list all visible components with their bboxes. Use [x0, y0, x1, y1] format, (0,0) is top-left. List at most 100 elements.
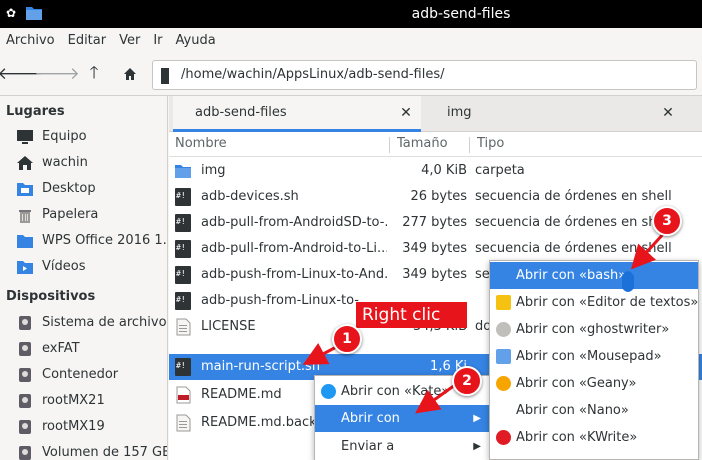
- sidebar-item-desktop[interactable]: Desktop: [0, 176, 167, 202]
- menu-item-label: Abrir con «Geany»: [516, 376, 637, 391]
- menu-item-open-with-nano[interactable]: Abrir con «Nano»: [490, 397, 698, 424]
- file-row-adb-pull-android[interactable]: adb-pull-from-Android-to-Li... 349 bytes…: [169, 236, 702, 262]
- menu-editar[interactable]: Editar: [68, 33, 107, 48]
- drive-icon: [19, 394, 31, 408]
- close-icon[interactable]: ✕: [399, 106, 413, 120]
- file-row-adb-pull-sd[interactable]: adb-pull-from-AndroidSD-to-... 277 bytes…: [169, 210, 702, 236]
- file-type: secuencia de órdenes en shell: [475, 241, 672, 256]
- menu-item-label: Abrir con «Mousepad»: [516, 349, 662, 364]
- sidebar-item-label: rootMX21: [42, 393, 105, 408]
- annotation-badge-2: 2: [452, 366, 482, 396]
- annotation-callout: Right clic: [356, 302, 467, 328]
- text-editor-icon: [496, 295, 511, 310]
- file-size: 349 bytes: [402, 267, 467, 282]
- menu-item-open-with-bash[interactable]: Abrir con «bash»: [490, 262, 698, 289]
- sidebar-item-papelera[interactable]: Papelera: [0, 202, 167, 228]
- file-size: 277 bytes: [402, 215, 467, 230]
- menu-item-open-with[interactable]: Abrir con ▶: [315, 405, 489, 432]
- sidebar-item-exfat[interactable]: exFAT: [0, 336, 167, 362]
- menu-item-label: Abrir con «bash»: [516, 268, 627, 283]
- kwrite-icon: [496, 430, 511, 445]
- forward-icon[interactable]: 🡒: [34, 62, 80, 86]
- menu-item-label: Enviar a: [341, 439, 395, 454]
- file-size: 26 bytes: [410, 189, 468, 204]
- menu-item-label: Abrir con «Editor de textos»: [516, 295, 699, 310]
- toolbar: 🡐 🡒 🡑 /home/wachin/AppsLinux/adb-send-fi…: [0, 52, 702, 96]
- shell-script-icon: [175, 214, 191, 232]
- menu-item-open-with-ghostwriter[interactable]: Abrir con «ghostwriter»: [490, 316, 698, 343]
- file-row-img[interactable]: img 4,0 KiB carpeta: [169, 158, 702, 184]
- menu-item-label: Abrir con: [341, 411, 400, 426]
- sidebar-item-wachin[interactable]: wachin: [0, 150, 167, 176]
- kate-icon: [321, 384, 336, 399]
- markdown-file-icon: [176, 386, 191, 404]
- shell-script-icon: [175, 266, 191, 284]
- sidebar-item-wps-office[interactable]: WPS Office 2016 1...: [0, 228, 167, 254]
- sidebar-item-label: Contenedor: [42, 367, 119, 382]
- menu-item-open-with-kwrite[interactable]: Abrir con «KWrite»: [490, 424, 698, 451]
- file-row-adb-devices[interactable]: adb-devices.sh 26 bytes secuencia de órd…: [169, 184, 702, 210]
- tab-label: img: [447, 105, 472, 120]
- column-size[interactable]: Tamaño: [397, 133, 448, 155]
- file-name: adb-push-from-Linux-to-And...: [201, 267, 387, 282]
- folder-icon: [17, 235, 33, 248]
- sidebar-item-rootmx19[interactable]: rootMX19: [0, 414, 167, 440]
- sidebar-item-label: Desktop: [42, 181, 96, 196]
- tab-adb-send-files[interactable]: adb-send-files ✕: [173, 96, 421, 132]
- monitor-icon: [17, 130, 33, 144]
- sidebar-item-label: Sistema de archivos: [42, 315, 168, 330]
- file-name: img: [201, 163, 226, 178]
- shell-script-icon: [175, 292, 191, 310]
- location-bar[interactable]: /home/wachin/AppsLinux/adb-send-files/: [152, 60, 697, 90]
- shell-script-icon: [175, 358, 191, 376]
- back-icon[interactable]: 🡐: [0, 62, 43, 86]
- trash-icon: [19, 210, 31, 223]
- sidebar-item-label: Volumen de 157 GB: [42, 445, 168, 460]
- sidebar-item-equipo[interactable]: Equipo: [0, 124, 167, 150]
- annotation-badge-1: 1: [332, 324, 362, 354]
- menu-ver[interactable]: Ver: [119, 33, 140, 48]
- menu-ayuda[interactable]: Ayuda: [176, 33, 216, 48]
- window-title: adb-send-files: [411, 6, 511, 22]
- menu-item-send-to[interactable]: Enviar a ▶: [315, 433, 489, 460]
- column-type[interactable]: Tipo: [477, 133, 504, 155]
- file-name: adb-pull-from-AndroidSD-to-...: [201, 215, 387, 230]
- sidebar-item-label: Equipo: [42, 129, 87, 144]
- tab-img[interactable]: img ✕: [425, 96, 687, 132]
- annotation-badge-3: 3: [652, 206, 682, 236]
- sidebar-item-videos[interactable]: Vídeos: [0, 254, 167, 280]
- sidebar-item-label: wachin: [42, 155, 88, 170]
- file-name: adb-pull-from-Android-to-Li...: [201, 241, 387, 256]
- menu-item-label: Abrir con «Kate»: [341, 384, 450, 399]
- menu-ir[interactable]: Ir: [153, 33, 162, 48]
- sidebar-item-label: exFAT: [42, 341, 80, 356]
- close-icon[interactable]: ✕: [661, 106, 675, 120]
- up-icon[interactable]: 🡑: [82, 62, 106, 86]
- drive-icon: [19, 316, 31, 330]
- home-icon[interactable]: [118, 62, 142, 86]
- file-type: secuencia de órdenes en shell: [475, 215, 672, 230]
- sidebar-item-label: Papelera: [42, 207, 99, 222]
- mousepad-icon: [496, 349, 511, 364]
- location-path[interactable]: /home/wachin/AppsLinux/adb-send-files/: [181, 61, 444, 89]
- sidebar-item-volumen-157gb[interactable]: Volumen de 157 GB: [0, 440, 168, 460]
- menu-item-open-with-mousepad[interactable]: Abrir con «Mousepad»: [490, 343, 698, 370]
- ghostwriter-icon: [496, 322, 511, 337]
- path-toggle-icon[interactable]: [161, 68, 169, 84]
- home-icon: [17, 156, 33, 170]
- menu-item-open-with-text-editor[interactable]: Abrir con «Editor de textos»: [490, 289, 698, 316]
- column-name[interactable]: Nombre: [175, 133, 227, 155]
- sidebar: Lugares Equipo wachin Desktop Papelera W…: [0, 96, 168, 460]
- desktop-folder-icon: [17, 183, 33, 196]
- sidebar-item-label: rootMX19: [42, 419, 105, 434]
- menu-bar: Archivo Editar Ver Ir Ayuda: [0, 28, 702, 52]
- menu-item-label: Abrir con «Nano»: [516, 403, 629, 418]
- menu-item-open-with-geany[interactable]: Abrir con «Geany»: [490, 370, 698, 397]
- sidebar-item-rootmx21[interactable]: rootMX21: [0, 388, 167, 414]
- sidebar-item-contenedor[interactable]: Contenedor: [0, 362, 167, 388]
- file-type: carpeta: [475, 163, 525, 178]
- menu-archivo[interactable]: Archivo: [6, 33, 55, 48]
- sidebar-item-sistema-de-archivos[interactable]: Sistema de archivos: [0, 310, 168, 336]
- text-file-icon: [176, 414, 191, 432]
- menu-item-label: Abrir con «ghostwriter»: [516, 322, 670, 337]
